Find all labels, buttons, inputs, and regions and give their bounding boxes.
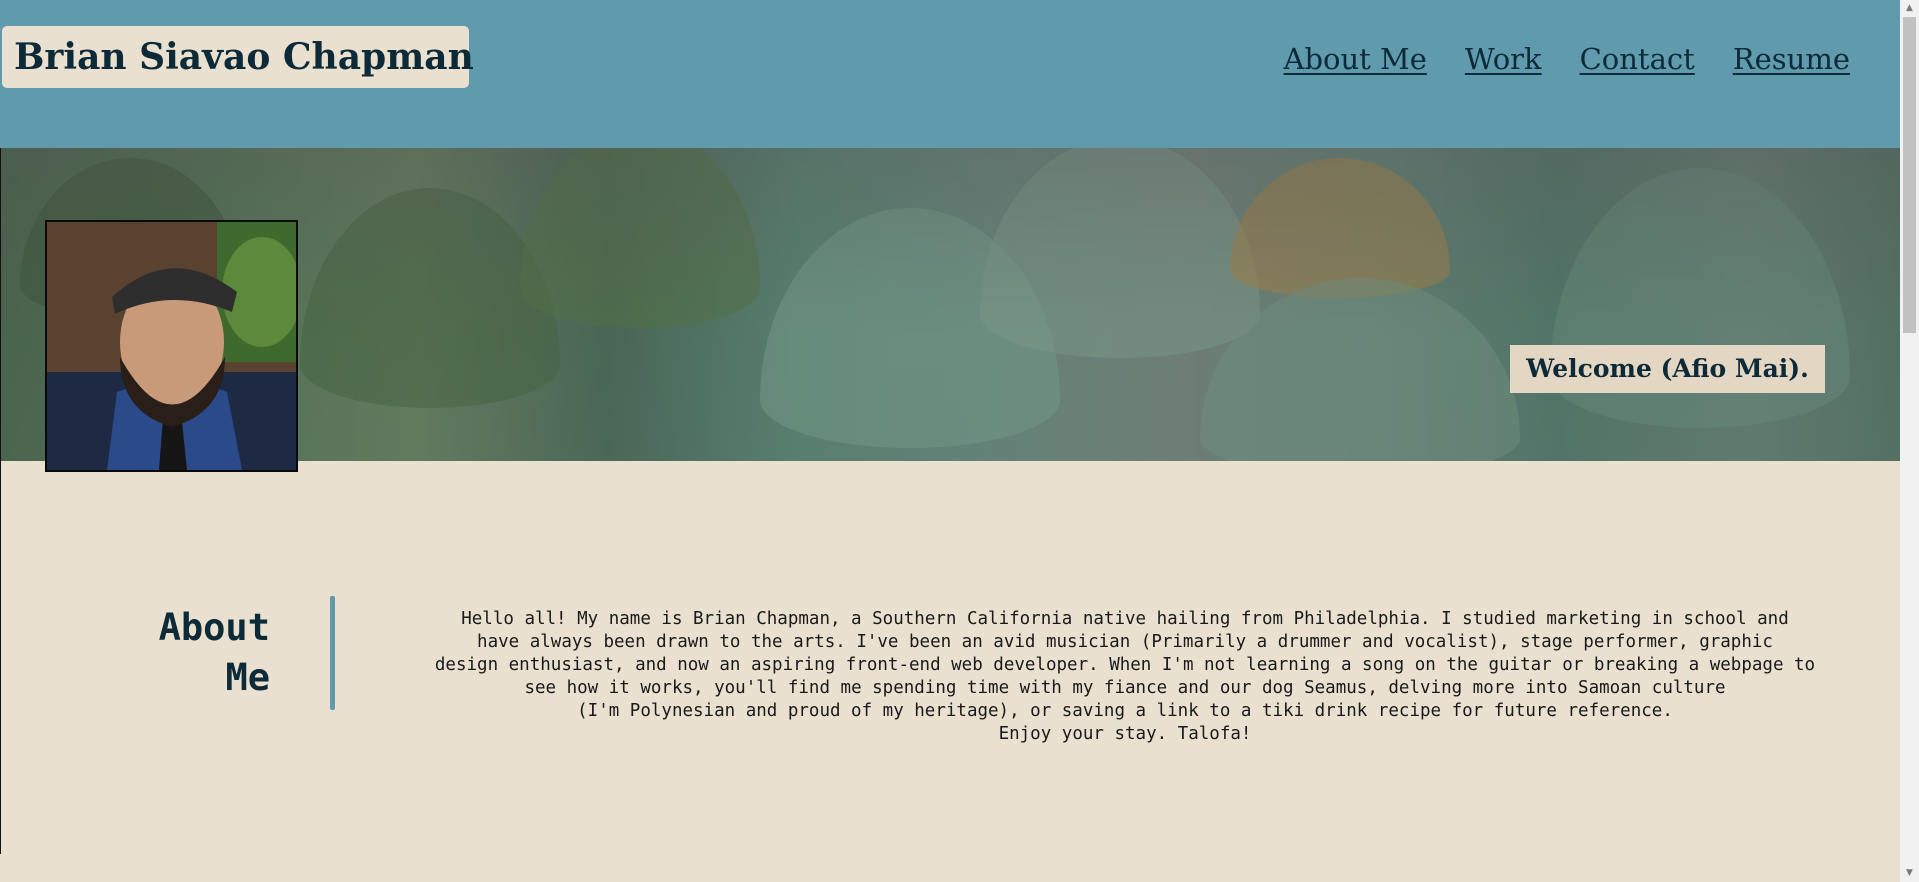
about-line: Enjoy your stay. Talofa! <box>998 724 1252 744</box>
nav-link-about-me[interactable]: About Me <box>1284 42 1427 76</box>
about-line: design enthusiast, and now an aspiring f… <box>434 655 1816 675</box>
about-paragraph: Hello all! My name is Brian Chapman, a S… <box>380 608 1870 746</box>
section-divider <box>330 596 335 710</box>
nav-link-contact[interactable]: Contact <box>1580 42 1695 76</box>
about-line: see how it works, you'll find me spendin… <box>524 678 1726 698</box>
portrait-icon <box>47 222 296 470</box>
about-line: Hello all! My name is Brian Chapman, a S… <box>461 609 1789 629</box>
about-heading: About Me <box>158 606 270 699</box>
site-header: Brian Siavao Chapman About Me Work Conta… <box>0 0 1900 148</box>
nav-link-resume[interactable]: Resume <box>1733 42 1850 76</box>
profile-photo <box>45 220 298 472</box>
page-edge <box>0 148 1 854</box>
scrollbar-thumb[interactable] <box>1903 17 1916 333</box>
about-line: have always been drawn to the arts. I've… <box>477 632 1773 652</box>
site-title[interactable]: Brian Siavao Chapman <box>2 26 474 88</box>
welcome-banner: Welcome (Afio Mai). <box>1510 345 1825 393</box>
nav-link-work[interactable]: Work <box>1465 42 1542 76</box>
scroll-up-icon[interactable]: ▲ <box>1900 0 1919 17</box>
about-line: (I'm Polynesian and proud of my heritage… <box>577 701 1673 721</box>
main-nav: About Me Work Contact Resume <box>1284 42 1851 76</box>
vertical-scrollbar[interactable]: ▲ ▼ <box>1900 0 1919 882</box>
scroll-down-icon[interactable]: ▼ <box>1900 865 1919 882</box>
